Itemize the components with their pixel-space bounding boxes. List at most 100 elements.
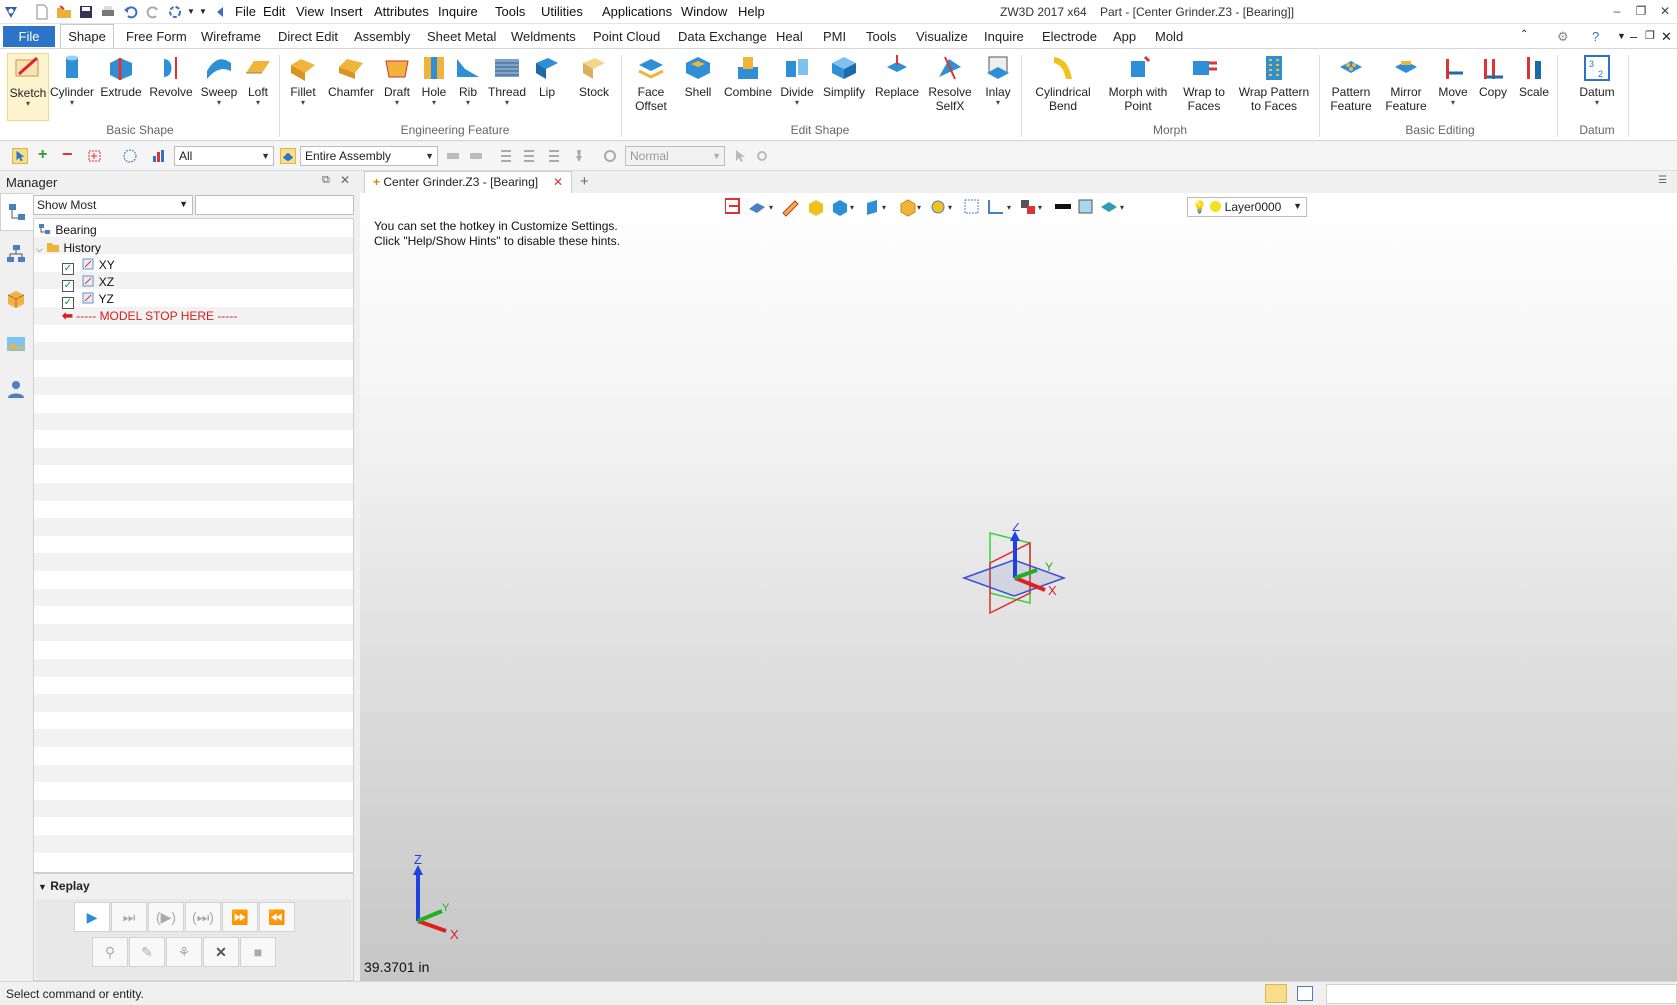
move-button[interactable]: Move ▾ <box>1435 53 1471 107</box>
sweep-button[interactable]: Sweep ▾ <box>198 53 240 107</box>
menu-help[interactable]: Help <box>738 4 765 19</box>
datum-button[interactable]: 32 Datum ▾ <box>1572 53 1622 107</box>
zoom-box-icon[interactable] <box>964 199 979 214</box>
inlay-button[interactable]: Inlay ▾ <box>978 53 1018 107</box>
wrap-to-faces-button[interactable]: Wrap to Faces <box>1178 53 1230 113</box>
edit-pencil-button[interactable]: ✎ <box>129 937 165 967</box>
replay-header[interactable]: ▼ Replay <box>38 879 90 893</box>
tab-visualize[interactable]: Visualize <box>916 29 968 44</box>
gear-tool-icon[interactable] <box>754 148 770 164</box>
chevron-down-icon[interactable]: ▼ <box>1617 31 1626 41</box>
regen-icon[interactable] <box>167 4 183 20</box>
step-into-button[interactable]: (⏭) <box>185 902 221 932</box>
doc-restore-button[interactable]: ❐ <box>1645 29 1655 42</box>
side-tab-history[interactable] <box>0 193 33 231</box>
replace-button[interactable]: Replace <box>872 53 922 99</box>
close-tab-icon[interactable]: ✕ <box>553 172 563 193</box>
print-icon[interactable] <box>100 4 116 20</box>
tree-root-bearing[interactable]: Bearing <box>38 221 97 239</box>
menu-view[interactable]: View <box>296 4 324 19</box>
remove-icon[interactable]: − <box>62 144 78 164</box>
sketch-button[interactable]: Sketch ▾ <box>7 53 49 121</box>
open-folder-icon[interactable] <box>56 4 72 20</box>
lip-button[interactable]: Lip <box>531 53 563 99</box>
shell-button[interactable]: Shell <box>680 53 716 99</box>
view-orient-icon[interactable]: ▾ <box>749 203 773 213</box>
pin-icon[interactable] <box>571 148 587 164</box>
tab-weldments[interactable]: Weldments <box>511 29 576 44</box>
scale-button[interactable]: Scale <box>1516 53 1552 99</box>
document-tab[interactable]: + Center Grinder.Z3 - [Bearing] ✕ <box>364 171 572 193</box>
revolve-button[interactable]: Revolve <box>147 53 195 99</box>
step-forward-button[interactable]: ⏭ <box>111 902 147 932</box>
tool-c-icon[interactable] <box>498 148 514 164</box>
pick-arrow-icon[interactable] <box>12 148 28 164</box>
back-arrow-icon[interactable] <box>212 4 228 20</box>
step-over-button[interactable]: (▶) <box>148 902 184 932</box>
assembly-tree-icon[interactable] <box>5 243 27 265</box>
rib-button[interactable]: Rib ▾ <box>452 53 484 107</box>
save-icon[interactable] <box>78 4 94 20</box>
tab-file[interactable]: File <box>3 26 55 47</box>
box-select-icon[interactable] <box>87 148 103 164</box>
fillet-button[interactable]: Fillet ▾ <box>283 53 323 107</box>
tab-shape[interactable]: Shape <box>60 24 114 48</box>
draft-button[interactable]: Draft ▾ <box>378 53 416 107</box>
display-mode-icon[interactable]: ▾ <box>867 200 886 215</box>
resolve-selfx-button[interactable]: Resolve SelfX <box>925 53 975 113</box>
tab-sheet-metal[interactable]: Sheet Metal <box>427 29 496 44</box>
mode-combo[interactable]: Normal ▼ <box>625 146 725 166</box>
snap-gear-icon[interactable] <box>602 148 618 164</box>
menu-applications[interactable]: Applications <box>602 4 672 19</box>
section-icon[interactable]: ▾ <box>988 200 1011 214</box>
status-view-b-icon[interactable] <box>1297 986 1313 1001</box>
user-icon[interactable] <box>5 378 27 400</box>
cube-view-icon[interactable]: ▾ <box>833 200 854 216</box>
show-filter-dropdown[interactable]: Show Most ▼ <box>33 195 193 215</box>
restore-button[interactable]: ❐ <box>1632 4 1650 20</box>
dock-icon[interactable]: ⧉ <box>322 174 330 187</box>
stop-button[interactable]: ■ <box>240 937 276 967</box>
settings-gear-icon[interactable]: ⚙ <box>1557 29 1569 45</box>
menu-insert[interactable]: Insert <box>330 4 363 19</box>
layer-tool-icon[interactable]: ▾ <box>1101 202 1124 212</box>
tree-node-yz[interactable]: ✓ YZ <box>62 290 114 309</box>
image-view-icon[interactable] <box>5 333 27 355</box>
link-button[interactable]: ⚲ <box>92 937 128 967</box>
lasso-icon[interactable] <box>122 148 138 164</box>
assembly-scope-icon[interactable] <box>280 148 296 164</box>
mirror-feature-button[interactable]: Mirror Feature <box>1380 53 1432 113</box>
part-cube-icon[interactable] <box>5 288 27 310</box>
loft-button[interactable]: Loft ▾ <box>240 53 276 107</box>
menu-file[interactable]: File <box>235 4 256 19</box>
face-offset-button[interactable]: Face Offset <box>629 53 673 113</box>
tool-a-icon[interactable] <box>445 148 461 164</box>
shaded-cube-icon[interactable] <box>809 200 823 216</box>
close-icon[interactable]: ✕ <box>340 173 350 187</box>
tab-data-exchange[interactable]: Data Exchange <box>678 29 767 44</box>
ruler-icon[interactable] <box>782 200 799 217</box>
explode-icon[interactable]: ▾ <box>1021 200 1042 214</box>
filter-chart-icon[interactable] <box>151 148 167 164</box>
doc-close-button[interactable]: ✕ <box>1661 29 1672 45</box>
tool-e-icon[interactable] <box>546 148 562 164</box>
tree-node-history[interactable]: ⌵ History <box>36 239 101 257</box>
tree-node-xz[interactable]: ✓ XZ <box>62 273 114 292</box>
chamfer-button[interactable]: Chamfer <box>325 53 377 99</box>
fast-forward-button[interactable]: ⏩ <box>222 902 258 932</box>
combine-button[interactable]: Combine <box>722 53 774 99</box>
help-icon[interactable]: ? <box>1592 29 1599 44</box>
wire-cube-icon[interactable]: ▾ <box>900 199 921 217</box>
exit-icon[interactable] <box>725 198 740 214</box>
tab-electrode[interactable]: Electrode <box>1042 29 1097 44</box>
menu-tools[interactable]: Tools <box>495 4 525 19</box>
line-color-icon[interactable] <box>1055 204 1071 209</box>
menu-utilities[interactable]: Utilities <box>541 4 583 19</box>
add-icon[interactable]: + <box>38 146 54 163</box>
command-input[interactable] <box>1326 984 1677 1004</box>
hole-button[interactable]: Hole ▾ <box>418 53 450 107</box>
3d-viewport[interactable]: You can set the hotkey in Customize Sett… <box>360 193 1677 981</box>
tab-mold[interactable]: Mold <box>1155 29 1183 44</box>
tab-heal[interactable]: Heal <box>776 29 803 44</box>
tab-inquire[interactable]: Inquire <box>984 29 1024 44</box>
